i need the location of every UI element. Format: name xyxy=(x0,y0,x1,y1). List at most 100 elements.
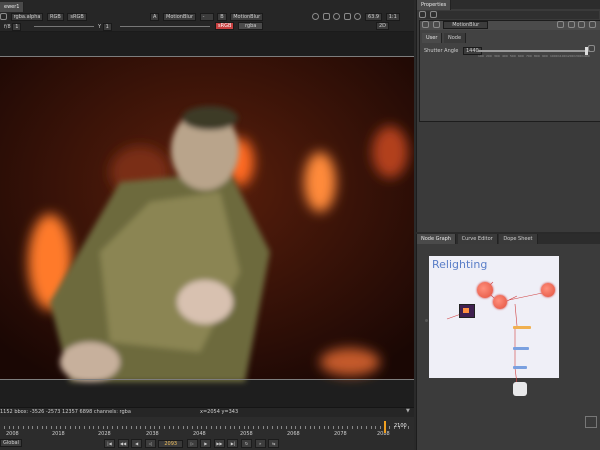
nodegraph-panel[interactable]: Node Graph Curve Editor Dope Sheet Relig… xyxy=(416,234,600,450)
shutter-angle-label: Shutter Angle xyxy=(424,48,459,54)
timeline-tick xyxy=(333,426,334,429)
play-backward-icon[interactable]: ◀ xyxy=(131,439,143,448)
loop-icon[interactable]: ↻ xyxy=(241,439,253,448)
display-dropdown[interactable]: rgba xyxy=(237,22,264,30)
viewer-node[interactable] xyxy=(513,382,527,396)
lock-icon[interactable] xyxy=(354,13,362,20)
panel-collapse-icon[interactable] xyxy=(422,21,429,28)
grade-node[interactable] xyxy=(513,347,529,350)
timeline-tick xyxy=(121,426,123,429)
channels-icon[interactable] xyxy=(0,13,7,20)
timeline-tick xyxy=(248,426,250,429)
tab-node[interactable]: Node xyxy=(444,33,467,43)
step-forward-icon[interactable]: ▷ xyxy=(186,439,198,448)
timeline-tick xyxy=(116,426,118,429)
timeline-tick xyxy=(88,426,90,429)
gain-field[interactable]: 1 xyxy=(12,23,22,31)
go-first-icon[interactable]: |◀ xyxy=(104,439,115,448)
frame-tick-label: 2038 xyxy=(146,431,159,437)
colorspace2-dropdown[interactable]: sRGB xyxy=(67,13,87,21)
light-node-2[interactable] xyxy=(493,295,507,309)
timeline-tick xyxy=(380,426,381,429)
close-icon[interactable] xyxy=(589,21,596,28)
checker-icon[interactable] xyxy=(333,13,341,20)
blur-node[interactable] xyxy=(513,366,527,369)
tab-viewer[interactable]: ewer1 xyxy=(0,2,25,12)
roi-icon[interactable] xyxy=(312,13,319,20)
timeline-tick xyxy=(210,426,212,429)
timeline-tick xyxy=(18,426,20,429)
timeline-tick xyxy=(107,426,109,429)
timeline-tick xyxy=(51,426,52,429)
input-a-dropdown[interactable]: MotionBlur xyxy=(163,13,197,21)
shutter-angle-slider[interactable] xyxy=(478,47,590,55)
slider-tick-label: 800 xyxy=(534,54,540,58)
timeline-tick xyxy=(173,426,175,429)
properties-menu-icon[interactable] xyxy=(419,11,426,18)
timeline-tick xyxy=(224,426,226,429)
cursor-position: x=2054 y=343 xyxy=(200,409,239,415)
clip-icon[interactable] xyxy=(343,13,351,20)
go-last-icon[interactable]: ▶| xyxy=(227,439,239,448)
compare-dropdown[interactable]: - xyxy=(199,13,214,21)
frame-tick-label: 2008 xyxy=(6,431,19,437)
timeline-tick xyxy=(55,426,57,429)
view-mode-dropdown[interactable]: 2D xyxy=(376,22,390,30)
navigator-icon[interactable] xyxy=(585,416,597,428)
tab-properties[interactable]: Properties xyxy=(417,0,452,10)
revert-icon[interactable] xyxy=(567,21,575,28)
skip-icon[interactable]: » xyxy=(254,439,266,448)
animation-menu-icon[interactable] xyxy=(588,45,595,52)
panel-color-icon[interactable] xyxy=(432,21,440,28)
playback-mode-dropdown[interactable]: Global xyxy=(0,439,22,447)
viewer-canvas[interactable] xyxy=(0,32,414,407)
timeline[interactable]: 2008 2018 2028 2038 2048 2058 2068 2078 … xyxy=(0,417,414,450)
proxy-toggle[interactable]: sRGB xyxy=(215,22,235,30)
timeline-tick xyxy=(342,426,344,429)
zoom-field[interactable]: 1:1 xyxy=(385,13,400,21)
channels-dropdown[interactable]: rgba.alpha xyxy=(10,13,44,21)
timeline-tick xyxy=(243,426,245,429)
play-forward-icon[interactable]: ▶ xyxy=(200,439,212,448)
frame-tick-label: 2058 xyxy=(240,431,253,437)
timeline-tick xyxy=(323,426,325,429)
expand-info-icon[interactable]: ▼ xyxy=(406,408,410,414)
frame-field[interactable]: 1 xyxy=(102,23,112,31)
timeline-ticks xyxy=(0,426,414,429)
merge-node[interactable] xyxy=(513,326,531,329)
lut-icon[interactable] xyxy=(322,13,330,20)
timeline-tick xyxy=(46,426,48,429)
properties-lock-icon[interactable] xyxy=(429,11,437,18)
slider-tick-label: 900 xyxy=(542,54,548,58)
tab-user[interactable]: User xyxy=(422,33,443,43)
read-node-thumbnail[interactable] xyxy=(459,304,475,318)
light-node-3[interactable] xyxy=(541,283,555,297)
timeline-tick xyxy=(69,426,71,429)
gain-slider[interactable] xyxy=(34,26,94,27)
next-keyframe-icon[interactable]: ▶▶ xyxy=(213,439,225,448)
light-node-1[interactable] xyxy=(477,282,493,298)
timeline-tick xyxy=(257,426,259,429)
timeline-tick xyxy=(93,426,95,429)
timeline-tick xyxy=(149,426,151,429)
input-b-label: B xyxy=(217,13,227,21)
timeline-tick xyxy=(130,426,132,429)
timeline-tick xyxy=(361,426,363,429)
timeline-tick xyxy=(220,426,222,429)
float-icon[interactable] xyxy=(578,21,586,28)
playhead[interactable] xyxy=(384,421,386,433)
node-name-field[interactable]: MotionBlur xyxy=(443,21,489,29)
fps-field[interactable]: 63.9 xyxy=(364,13,383,21)
dot-node[interactable] xyxy=(425,319,428,322)
slider-tick-label: 400 xyxy=(502,54,508,58)
help-icon[interactable] xyxy=(557,21,565,28)
timeline-tick xyxy=(229,426,231,429)
current-frame-field[interactable]: 2093 xyxy=(158,440,184,448)
gamma-slider[interactable] xyxy=(120,26,210,27)
input-b-dropdown[interactable]: MotionBlur xyxy=(230,13,264,21)
prev-keyframe-icon[interactable]: ◀◀ xyxy=(117,439,129,448)
timeline-tick xyxy=(290,426,292,429)
bounce-icon[interactable]: ⇆ xyxy=(268,439,280,448)
step-back-icon[interactable]: ◁ xyxy=(144,439,156,448)
colorspace-dropdown[interactable]: RGB xyxy=(47,13,64,21)
